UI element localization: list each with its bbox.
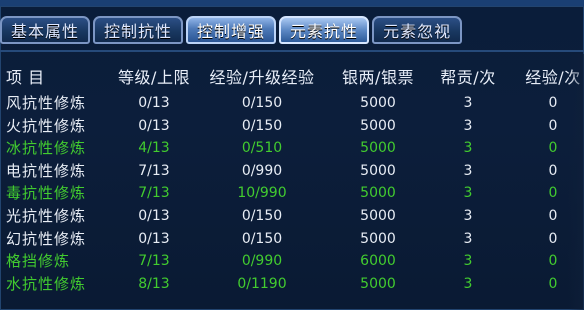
tab-divider	[0, 50, 584, 52]
row-level: 0/13	[138, 207, 170, 224]
row-exp: 0/150	[241, 207, 283, 224]
row-level: 0/13	[138, 95, 170, 111]
row-exp: 0/150	[241, 117, 283, 134]
row-silver: 5000	[360, 140, 396, 157]
row-silver: 5000	[360, 117, 396, 134]
row-name: 毒抗性修炼	[6, 184, 87, 203]
row-silver: 5000	[360, 185, 396, 202]
row-contribution: 3	[463, 95, 473, 111]
header-exp-upgrade: 经验/升级经验	[209, 68, 315, 87]
row-exp: 0/150	[241, 230, 283, 247]
table-row[interactable]: 冰抗性修炼 4/13 0/510 5000 3 0	[0, 137, 584, 160]
row-name: 电抗性修炼	[6, 161, 87, 180]
row-silver: 5000	[360, 162, 396, 179]
row-exp: 0/990	[241, 162, 283, 179]
row-exp: 0/510	[241, 140, 283, 157]
row-level: 0/13	[138, 117, 170, 134]
table-row[interactable]: 幻抗性修炼 0/13 0/150 5000 3 0	[0, 228, 584, 251]
table-header: 项 目 等级/上限 经验/升级经验 银两/银票 帮贡/次 经验/次	[0, 64, 584, 87]
tab-basic-attributes[interactable]: 基本属性	[0, 16, 91, 44]
row-contribution: 3	[463, 230, 473, 247]
row-name: 火抗性修炼	[6, 116, 87, 135]
row-name: 幻抗性修炼	[6, 229, 87, 248]
row-contribution: 3	[463, 162, 473, 179]
row-silver: 5000	[360, 207, 396, 224]
resistance-table-body: 风抗性修炼 0/13 0/150 5000 3 0 火抗性修炼 0/13 0/1…	[0, 92, 584, 295]
tab-element-resistance[interactable]: 元素抗性	[279, 16, 370, 44]
table-row[interactable]: 电抗性修炼 7/13 0/990 5000 3 0	[0, 160, 584, 183]
row-silver: 5000	[360, 230, 396, 247]
row-level: 4/13	[138, 140, 170, 157]
row-silver: 5000	[360, 95, 396, 111]
row-level: 7/13	[138, 162, 170, 179]
table-row[interactable]: 光抗性修炼 0/13 0/150 5000 3 0	[0, 205, 584, 228]
row-level: 7/13	[138, 185, 170, 202]
table-row[interactable]: 格挡修炼 7/13 0/990 6000 3 0	[0, 250, 584, 273]
row-silver: 6000	[360, 253, 396, 270]
row-silver: 5000	[360, 275, 396, 292]
header-guild-contribution: 帮贡/次	[440, 68, 496, 87]
row-contribution: 3	[463, 275, 473, 292]
row-contribution: 3	[463, 253, 473, 270]
row-exp: 0/990	[241, 253, 283, 270]
table-row[interactable]: 水抗性修炼 8/13 0/1190 5000 3 0	[0, 273, 584, 296]
row-name: 光抗性修炼	[6, 206, 87, 225]
row-exp: 0/150	[241, 95, 283, 111]
row-level: 7/13	[138, 253, 170, 270]
tab-element-ignore[interactable]: 元素忽视	[372, 16, 463, 44]
header-silver-ticket: 银两/银票	[342, 68, 414, 87]
row-exp: 0/1190	[237, 275, 287, 292]
table-row[interactable]: 风抗性修炼 0/13 0/150 5000 3 0	[0, 92, 584, 115]
row-contribution: 3	[463, 117, 473, 134]
row-level: 0/13	[138, 230, 170, 247]
table-row[interactable]: 火抗性修炼 0/13 0/150 5000 3 0	[0, 115, 584, 138]
row-contribution: 3	[463, 185, 473, 202]
row-level: 8/13	[138, 275, 170, 292]
tab-control-enhancement[interactable]: 控制增强	[186, 16, 277, 44]
tab-bar: 基本属性 控制抗性 控制增强 元素抗性 元素忽视	[0, 16, 584, 50]
row-name: 风抗性修炼	[6, 94, 87, 112]
row-contribution: 3	[463, 207, 473, 224]
header-item: 项 目	[6, 68, 45, 87]
tab-control-resistance[interactable]: 控制抗性	[93, 16, 184, 44]
row-contribution: 3	[463, 140, 473, 157]
resistance-training-window: 基本属性 控制抗性 控制增强 元素抗性 元素忽视 项 目 等级/上限 经验/升级…	[0, 0, 584, 310]
right-edge-shade	[568, 54, 584, 310]
row-exp: 10/990	[237, 185, 287, 202]
row-name: 水抗性修炼	[6, 274, 87, 293]
header-level-limit: 等级/上限	[118, 68, 190, 87]
row-name: 冰抗性修炼	[6, 139, 87, 158]
row-name: 格挡修炼	[6, 252, 71, 271]
table-row[interactable]: 毒抗性修炼 7/13 10/990 5000 3 0	[0, 182, 584, 205]
